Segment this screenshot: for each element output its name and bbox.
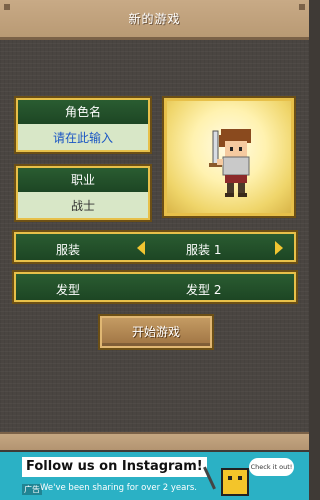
ad-subtext: We've been sharing for over 2 years. — [40, 483, 197, 493]
screen-title: 新的游戏 — [128, 12, 181, 26]
outfit-next-arrow-icon[interactable] — [275, 241, 283, 255]
outfit-value: 服装 1 — [186, 243, 222, 257]
outfit-label: 服装 — [56, 243, 81, 257]
job-field[interactable]: 职业 战士 — [16, 166, 150, 220]
bottom-bar — [0, 432, 309, 450]
character-portrait — [164, 98, 294, 216]
outfit-prev-arrow-icon[interactable] — [137, 241, 145, 255]
hair-value: 发型 2 — [186, 283, 222, 297]
mascot-icon — [221, 468, 249, 496]
name-input-placeholder: 请在此输入 — [52, 130, 113, 145]
outfit-selector: 服装 服装 1 — [14, 232, 296, 262]
name-field-label: 角色名 — [18, 100, 148, 124]
job-value: 战士 — [70, 198, 95, 213]
title-bar: 新的游戏 — [0, 0, 309, 40]
main-panel: 角色名 请在此输入 职业 战士 服装 服装 1 发型 发型 2 开始游戏 — [0, 40, 309, 432]
ad-banner[interactable]: Follow us on Instagram! 广告 We've been sh… — [0, 452, 309, 500]
ad-cta-button[interactable]: Check it out! — [249, 458, 294, 476]
ad-tag: 广告 — [22, 484, 42, 495]
hair-label: 发型 — [56, 283, 81, 297]
job-field-label: 职业 — [18, 168, 148, 192]
ad-headline[interactable]: Follow us on Instagram! — [22, 457, 207, 477]
selfie-stick-icon — [203, 466, 216, 490]
name-field[interactable]: 角色名 请在此输入 — [16, 98, 150, 152]
hair-selector: 发型 发型 2 — [14, 272, 296, 302]
name-input[interactable]: 请在此输入 — [18, 124, 148, 150]
start-game-button[interactable]: 开始游戏 — [100, 316, 212, 348]
hero-sprite-icon — [209, 129, 251, 197]
